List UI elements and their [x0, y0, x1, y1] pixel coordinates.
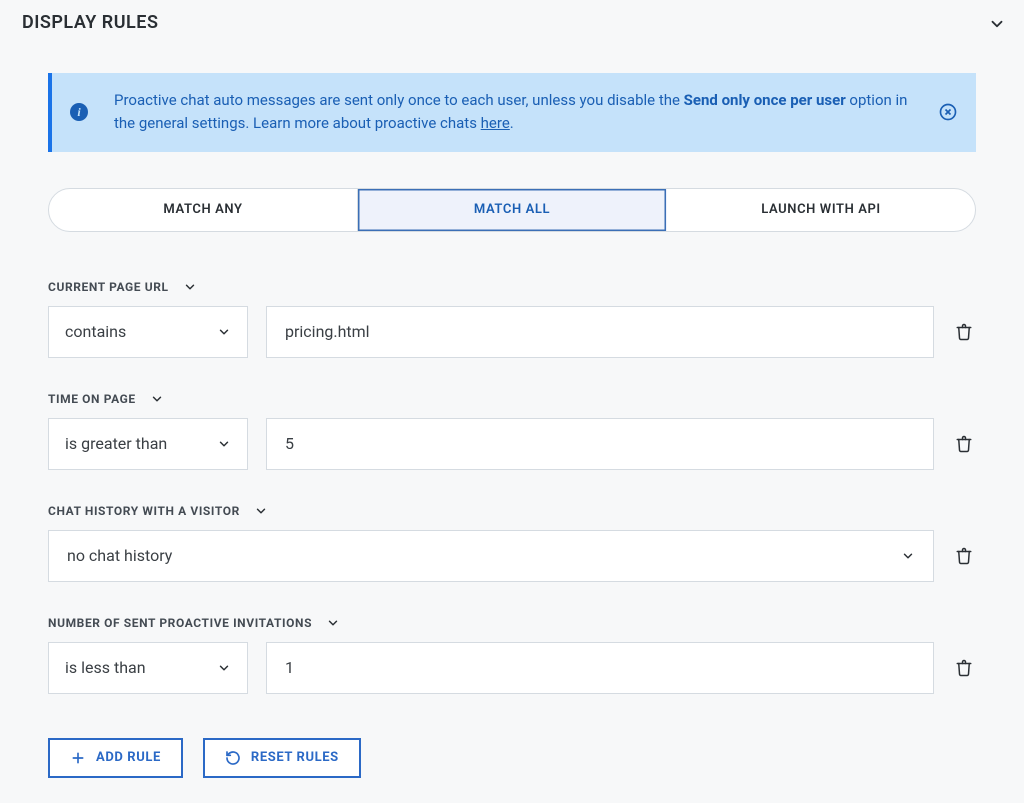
delete-rule-button[interactable]	[952, 432, 976, 456]
reset-rules-button[interactable]: RESET RULES	[203, 738, 361, 778]
match-mode-tabs: MATCH ANY MATCH ALL LAUNCH WITH API	[48, 188, 976, 232]
operator-select[interactable]: is greater than	[48, 418, 248, 470]
add-rule-button[interactable]: ADD RULE	[48, 738, 183, 778]
chevron-down-icon[interactable]	[254, 504, 268, 518]
section-title: DISPLAY RULES	[22, 12, 158, 33]
chevron-down-icon[interactable]	[183, 280, 197, 294]
operator-select[interactable]: is less than	[48, 642, 248, 694]
close-icon[interactable]	[938, 102, 958, 122]
chevron-down-icon[interactable]	[326, 616, 340, 630]
chevron-down-icon	[217, 437, 231, 451]
rule-label: CURRENT PAGE URL	[48, 280, 169, 294]
rule-label: NUMBER OF SENT PROACTIVE INVITATIONS	[48, 616, 312, 630]
chevron-down-icon[interactable]	[150, 392, 164, 406]
info-icon: i	[70, 103, 88, 121]
chevron-down-icon	[901, 549, 915, 563]
tab-launch-with-api[interactable]: LAUNCH WITH API	[667, 189, 975, 231]
collapse-chevron-icon[interactable]	[988, 15, 1004, 31]
delete-rule-button[interactable]	[952, 656, 976, 680]
value-input[interactable]: pricing.html	[266, 306, 934, 358]
value-input[interactable]: 5	[266, 418, 934, 470]
value-input[interactable]: 1	[266, 642, 934, 694]
operator-select[interactable]: contains	[48, 306, 248, 358]
chevron-down-icon	[217, 661, 231, 675]
reset-rules-label: RESET RULES	[251, 750, 339, 765]
info-text: Proactive chat auto messages are sent on…	[114, 89, 958, 136]
add-rule-label: ADD RULE	[96, 750, 161, 765]
info-banner: i Proactive chat auto messages are sent …	[48, 73, 976, 152]
rule-label: TIME ON PAGE	[48, 392, 136, 406]
chevron-down-icon	[217, 325, 231, 339]
tab-match-all[interactable]: MATCH ALL	[358, 189, 667, 231]
delete-rule-button[interactable]	[952, 544, 976, 568]
rule-label: CHAT HISTORY WITH A VISITOR	[48, 504, 240, 518]
info-learn-more-link[interactable]: here	[481, 114, 510, 132]
tab-match-any[interactable]: MATCH ANY	[49, 189, 358, 231]
value-select[interactable]: no chat history	[48, 530, 934, 582]
delete-rule-button[interactable]	[952, 320, 976, 344]
